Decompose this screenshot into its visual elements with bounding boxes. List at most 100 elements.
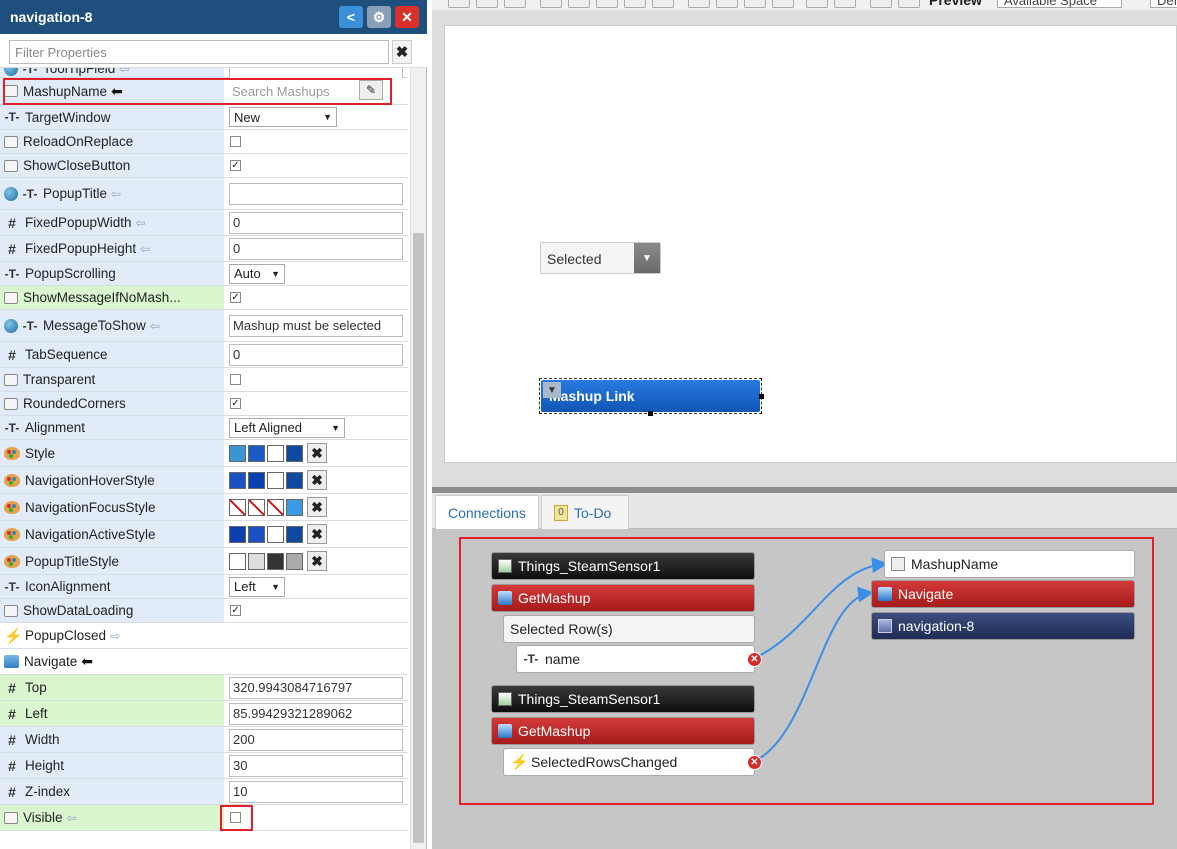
scrollbar-thumb[interactable] [413,233,424,843]
binding-in-arrow-icon[interactable]: ⬅ [111,83,123,100]
style-swatches[interactable]: ✖ [229,497,327,517]
property-input[interactable] [229,780,403,803]
style-swatches[interactable]: ✖ [229,524,327,544]
toolbar-button[interactable] [476,0,498,8]
binding-in-arrow-icon[interactable]: ⇦ [136,216,146,230]
clear-style-icon[interactable]: ✖ [307,470,327,490]
target-property-node[interactable]: MashupName [884,550,1135,578]
select-value: New [234,109,261,125]
widget-menu-icon[interactable]: ▼ [543,382,561,398]
tab-connections[interactable]: Connections [435,495,539,530]
property-checkbox[interactable]: ✓ [230,398,241,409]
property-checkbox[interactable] [230,812,241,823]
toolbar-button[interactable] [898,0,920,8]
toolbar-button[interactable] [870,0,892,8]
property-checkbox[interactable] [230,136,241,147]
property-name-cell: NavigationHoverStyle [4,467,222,493]
binding-in-arrow-icon[interactable]: ⇦ [119,68,129,76]
mashup-link-widget[interactable]: ▼ Mashup Link [539,378,764,416]
magic-wand-icon[interactable]: ✎ [359,80,383,100]
property-checkbox[interactable] [230,374,241,385]
thing-node[interactable]: Things_SteamSensor1 [491,685,755,713]
property-value-cell: ✖ [224,467,408,493]
binding-in-arrow-icon[interactable]: ⇦ [67,811,77,825]
field-node[interactable]: -T- name ✕ [516,645,762,673]
toolbar-button[interactable] [744,0,766,8]
palette-icon [4,473,20,487]
binding-in-arrow-icon[interactable]: ⬅ [81,653,93,670]
thing-node[interactable]: Things_SteamSensor1 [491,552,755,580]
gear-icon[interactable]: ⚙ [367,6,391,28]
toolbar-button[interactable] [448,0,470,8]
property-select[interactable]: Auto ▼ [229,263,285,284]
clear-style-icon[interactable]: ✖ [307,524,327,544]
toolbar-button[interactable] [834,0,856,8]
remove-binding-icon[interactable]: ✕ [747,755,762,770]
event-node[interactable]: ⚡ SelectedRowsChanged ✕ [503,748,762,776]
binding-in-arrow-icon[interactable]: ⇦ [150,319,160,333]
mashup-link-bar[interactable]: ▼ Mashup Link [541,380,760,412]
property-input[interactable] [229,728,403,751]
properties-scrollbar[interactable] [410,68,426,849]
filter-properties-input[interactable] [9,40,389,64]
toolbar-button[interactable] [688,0,710,8]
mashup-canvas[interactable]: Selected ▼ ▼ Mashup Link [444,25,1177,463]
toolbar-button[interactable] [504,0,526,8]
resize-handle-right[interactable] [759,394,764,399]
share-icon[interactable]: < [339,6,363,28]
remove-binding-icon[interactable]: ✕ [747,652,762,667]
property-input[interactable] [229,343,403,366]
target-widget-node[interactable]: navigation-8 [871,612,1135,640]
clear-filter-icon[interactable]: ✖ [392,40,412,64]
service-node[interactable]: GetMashup [491,717,755,745]
clear-style-icon[interactable]: ✖ [307,443,327,463]
style-swatches[interactable]: ✖ [229,470,327,490]
palette-icon [4,500,20,514]
toolbar-button[interactable] [806,0,828,8]
toolbar-button[interactable] [716,0,738,8]
property-select[interactable]: Left Aligned ▼ [229,417,345,438]
property-name-cell: # FixedPopupWidth ⇦ [4,210,222,235]
service-node[interactable]: GetMashup [491,584,755,612]
toolbar-button[interactable] [652,0,674,8]
property-checkbox[interactable]: ✓ [230,292,241,303]
extra-select[interactable]: Def [1150,0,1177,8]
mashup-search-input[interactable] [229,80,364,102]
resize-handle-bottom[interactable] [648,411,653,416]
property-input[interactable] [229,754,403,777]
property-input[interactable] [229,182,403,205]
binding-out-arrow-icon[interactable]: ⇨ [110,629,120,643]
toolbar-button[interactable] [540,0,562,8]
color-swatch [229,525,246,543]
clear-style-icon[interactable]: ✖ [307,497,327,517]
property-select[interactable]: New ▼ [229,107,337,127]
property-select[interactable]: Left ▼ [229,576,285,597]
property-input[interactable] [229,676,403,699]
property-input[interactable] [229,702,403,725]
selected-dropdown-widget[interactable]: Selected ▼ [540,242,661,274]
property-name-cell: -T- PopupScrolling [4,262,222,285]
property-input[interactable] [229,237,403,260]
property-input[interactable] [229,314,403,337]
toolbar-button[interactable] [568,0,590,8]
tab-todo[interactable]: 0 To-Do [541,495,629,529]
binding-in-arrow-icon[interactable]: ⇦ [140,242,150,256]
property-input[interactable] [229,211,403,234]
property-checkbox[interactable]: ✓ [230,160,241,171]
property-value-cell: ✖ [224,440,408,466]
style-swatches[interactable]: ✖ [229,551,327,571]
toolbar-button[interactable] [772,0,794,8]
property-checkbox[interactable]: ✓ [230,605,241,616]
binding-in-arrow-icon[interactable]: ⇦ [111,187,121,201]
target-service-node[interactable]: Navigate [871,580,1135,608]
toolbar-button[interactable] [596,0,618,8]
toolbar-button[interactable] [624,0,646,8]
close-icon[interactable]: ✕ [395,6,419,28]
property-name-cell: # Height [4,753,222,778]
size-select[interactable]: Available Space [997,0,1122,8]
dropdown-arrow-icon[interactable]: ▼ [634,243,660,273]
property-value-cell: New ▼ [224,105,408,129]
clear-style-icon[interactable]: ✖ [307,551,327,571]
link-icon [4,159,18,172]
style-swatches[interactable]: ✖ [229,443,327,463]
